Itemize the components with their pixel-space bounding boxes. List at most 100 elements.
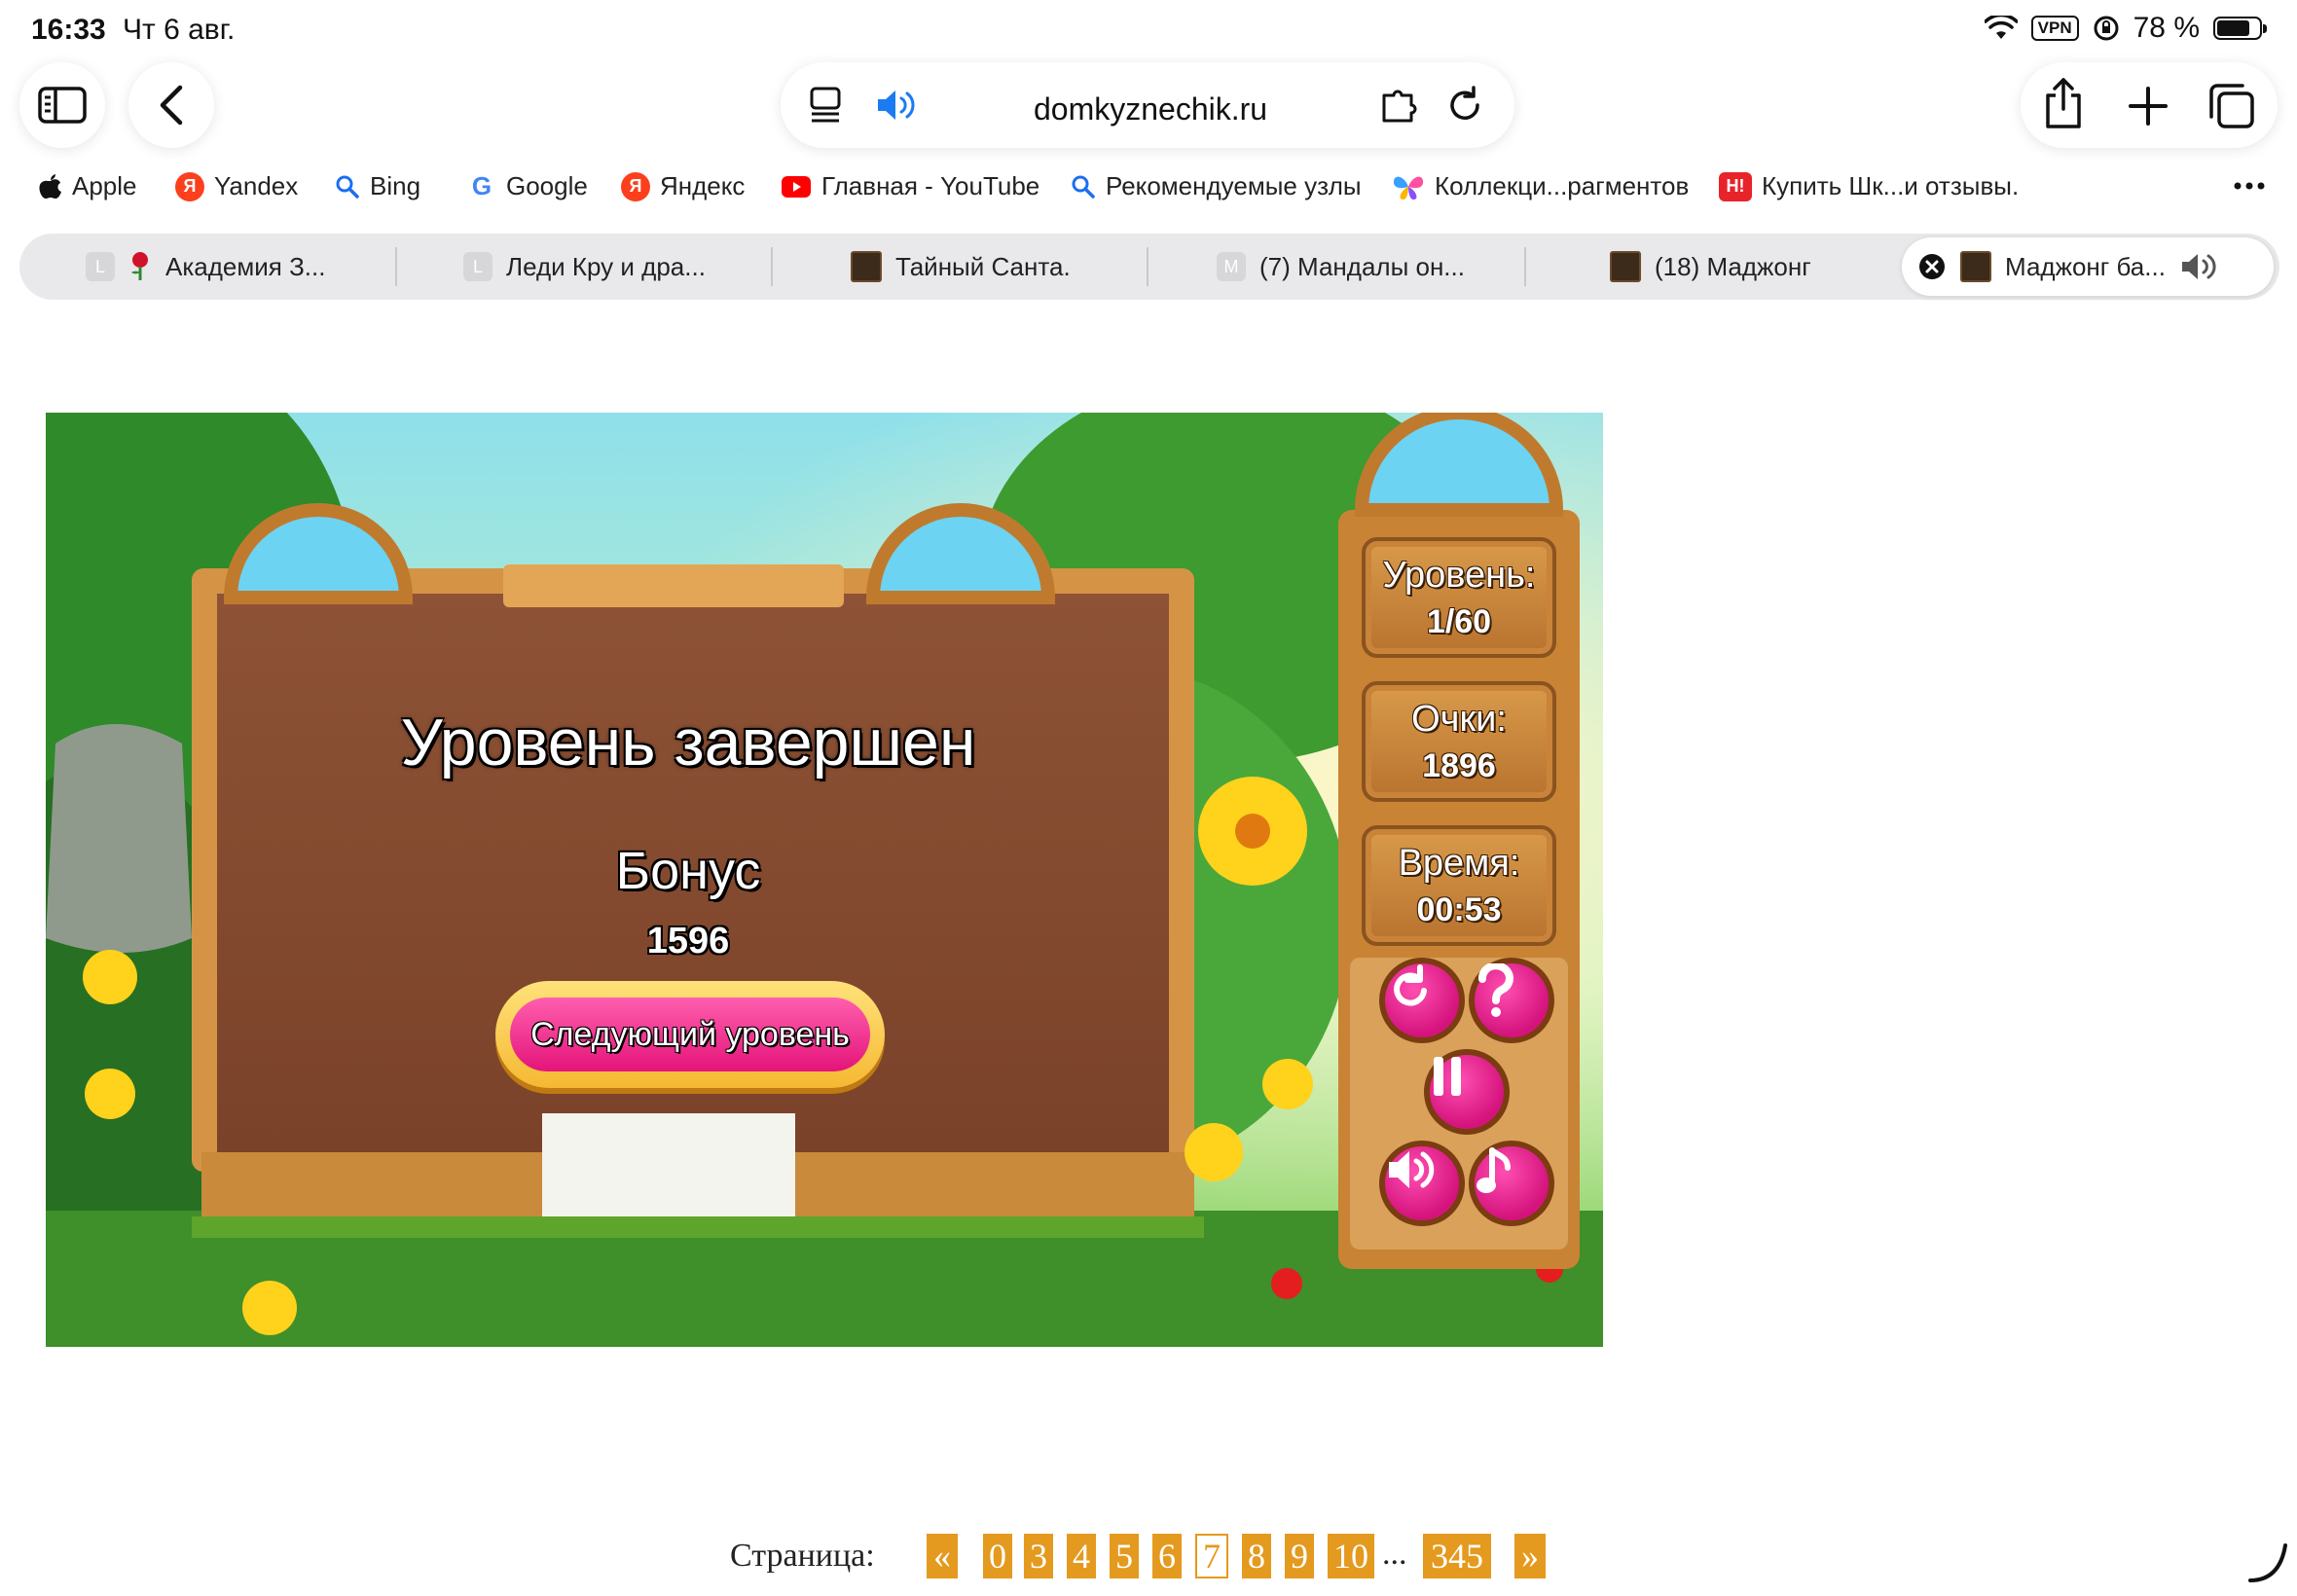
level-complete-title: Уровень завершен	[400, 706, 976, 780]
battery-percent: 78 %	[2133, 12, 2200, 44]
tab-label: Маджонг ба...	[2005, 251, 2166, 281]
audio-playing-icon[interactable]	[874, 86, 919, 125]
wifi-icon	[1984, 16, 2018, 39]
sidebar-icon	[38, 87, 87, 124]
tab-label: Тайный Санта.	[895, 251, 1071, 281]
tabs-overview-icon[interactable]	[2207, 82, 2256, 130]
page-current: 7	[1195, 1534, 1228, 1578]
status-date: Чт 6 авг.	[123, 14, 236, 46]
tab-divider	[1524, 247, 1526, 286]
bonus-value: 1596	[646, 921, 730, 961]
back-button[interactable]	[128, 62, 214, 148]
favorite-yandex-ru[interactable]: Я Яндекс	[621, 171, 745, 201]
tab-5[interactable]: (18) Маджонг	[1610, 234, 1811, 300]
favicon: L	[463, 252, 492, 281]
sidebar-button[interactable]	[19, 62, 105, 148]
page-link[interactable]: 8	[1242, 1534, 1271, 1578]
tab-divider	[771, 247, 773, 286]
apple-icon	[39, 173, 61, 199]
music-button[interactable]	[1469, 1141, 1554, 1226]
page-link[interactable]: 4	[1067, 1534, 1096, 1578]
page-link[interactable]: 3	[1024, 1534, 1053, 1578]
actions-group	[2021, 62, 2278, 148]
orientation-lock-icon	[2094, 16, 2119, 41]
restart-button[interactable]	[1379, 958, 1465, 1043]
google-icon: G	[467, 171, 496, 201]
page-next[interactable]: »	[1514, 1534, 1546, 1578]
page-link[interactable]: 0	[983, 1534, 1012, 1578]
reload-icon[interactable]	[1444, 84, 1485, 127]
speaker-icon[interactable]	[2179, 250, 2220, 283]
music-note-icon	[1477, 1147, 1511, 1193]
more-icon[interactable]	[2233, 181, 2266, 191]
favorite-apple[interactable]: Apple	[39, 171, 137, 201]
store-icon: Н!	[1719, 171, 1752, 201]
tab-bar: L Академия З... L Леди Кру и дра... Тайн…	[19, 234, 2279, 300]
score-label: Очки:	[1411, 699, 1507, 740]
favorite-label: Apple	[72, 171, 137, 200]
favicon	[851, 251, 882, 282]
page-prev[interactable]: «	[927, 1534, 958, 1578]
extension-icon[interactable]	[1380, 86, 1421, 125]
help-button[interactable]	[1469, 958, 1554, 1043]
score-value: 1896	[1422, 747, 1496, 784]
resize-handle-icon[interactable]	[2246, 1542, 2289, 1584]
battery-icon	[2213, 17, 2267, 40]
time-panel: Время: 00:53	[1362, 825, 1556, 946]
close-tab-icon[interactable]	[1917, 252, 1947, 281]
favorite-youtube[interactable]: Главная - YouTube	[781, 171, 1039, 201]
chevron-left-icon	[160, 85, 183, 126]
tab-active[interactable]: Маджонг ба...	[1902, 237, 2274, 296]
favorite-label: Yandex	[214, 171, 299, 200]
favorite-label: Google	[506, 171, 588, 200]
tab-divider	[1147, 247, 1148, 286]
favorite-yandex[interactable]: Я Yandex	[175, 171, 298, 201]
address-bar[interactable]: domkyznechik.ru	[781, 62, 1514, 148]
pagination: Страница: « 0 3 4 5 6 7 8 9 10 ... 345 »	[0, 1534, 2297, 1582]
youtube-icon	[782, 175, 811, 198]
status-indicators: VPN 78 %	[1984, 12, 2267, 45]
favorite-recommended[interactable]: Рекомендуемые узлы	[1071, 171, 1362, 201]
reader-icon[interactable]	[808, 86, 843, 125]
yandex-icon: Я	[621, 171, 650, 201]
favorite-collection[interactable]: Коллекци...рагментов	[1392, 171, 1689, 201]
favorite-label: Купить Шк...и отзывы.	[1762, 171, 2020, 200]
level-panel: Уровень: 1/60	[1362, 537, 1556, 658]
new-tab-icon[interactable]	[2128, 86, 2169, 127]
pause-button[interactable]	[1424, 1049, 1510, 1135]
favicon: M	[1217, 252, 1246, 281]
level-value: 1/60	[1426, 603, 1492, 640]
favorite-google[interactable]: G Google	[467, 171, 588, 201]
favorite-label: Коллекци...рагментов	[1435, 171, 1690, 200]
level-label: Уровень:	[1382, 555, 1536, 596]
page-last[interactable]: 345	[1423, 1534, 1491, 1578]
share-icon[interactable]	[2042, 76, 2085, 130]
favorite-label: Рекомендуемые узлы	[1106, 171, 1362, 200]
tab-2[interactable]: L Леди Кру и дра...	[463, 234, 706, 300]
tab-4[interactable]: M (7) Мандалы он...	[1217, 234, 1465, 300]
tab-1[interactable]: L Академия З...	[86, 234, 325, 300]
sound-button[interactable]	[1379, 1141, 1465, 1226]
time-value: 00:53	[1416, 891, 1502, 928]
pagination-ellipsis: ...	[1382, 1536, 1407, 1572]
page-link[interactable]: 5	[1110, 1534, 1139, 1578]
butterfly-icon	[1393, 176, 1424, 200]
page-link[interactable]: 10	[1328, 1534, 1374, 1578]
favorite-store[interactable]: Н! Купить Шк...и отзывы.	[1719, 171, 2019, 201]
pause-icon	[1434, 1057, 1461, 1096]
tab-label: (7) Мандалы он...	[1259, 251, 1465, 281]
favorite-label: Главная - YouTube	[821, 171, 1040, 200]
rose-icon	[131, 252, 148, 280]
score-panel: Очки: 1896	[1362, 681, 1556, 802]
game-canvas[interactable]: Уровень завершен Бонус 1596 Следующий ур…	[46, 413, 1603, 1347]
restart-icon	[1394, 964, 1427, 1006]
favicon	[1610, 251, 1641, 282]
next-level-label: Следующий уровень	[510, 998, 870, 1071]
url-text[interactable]: domkyznechik.ru	[1034, 91, 1267, 127]
tab-3[interactable]: Тайный Санта.	[851, 234, 1071, 300]
favorite-bing[interactable]: Bing	[335, 171, 420, 201]
page-link[interactable]: 6	[1152, 1534, 1182, 1578]
next-level-button[interactable]: Следующий уровень	[495, 981, 885, 1088]
favorite-label: Bing	[370, 171, 421, 200]
page-link[interactable]: 9	[1285, 1534, 1314, 1578]
